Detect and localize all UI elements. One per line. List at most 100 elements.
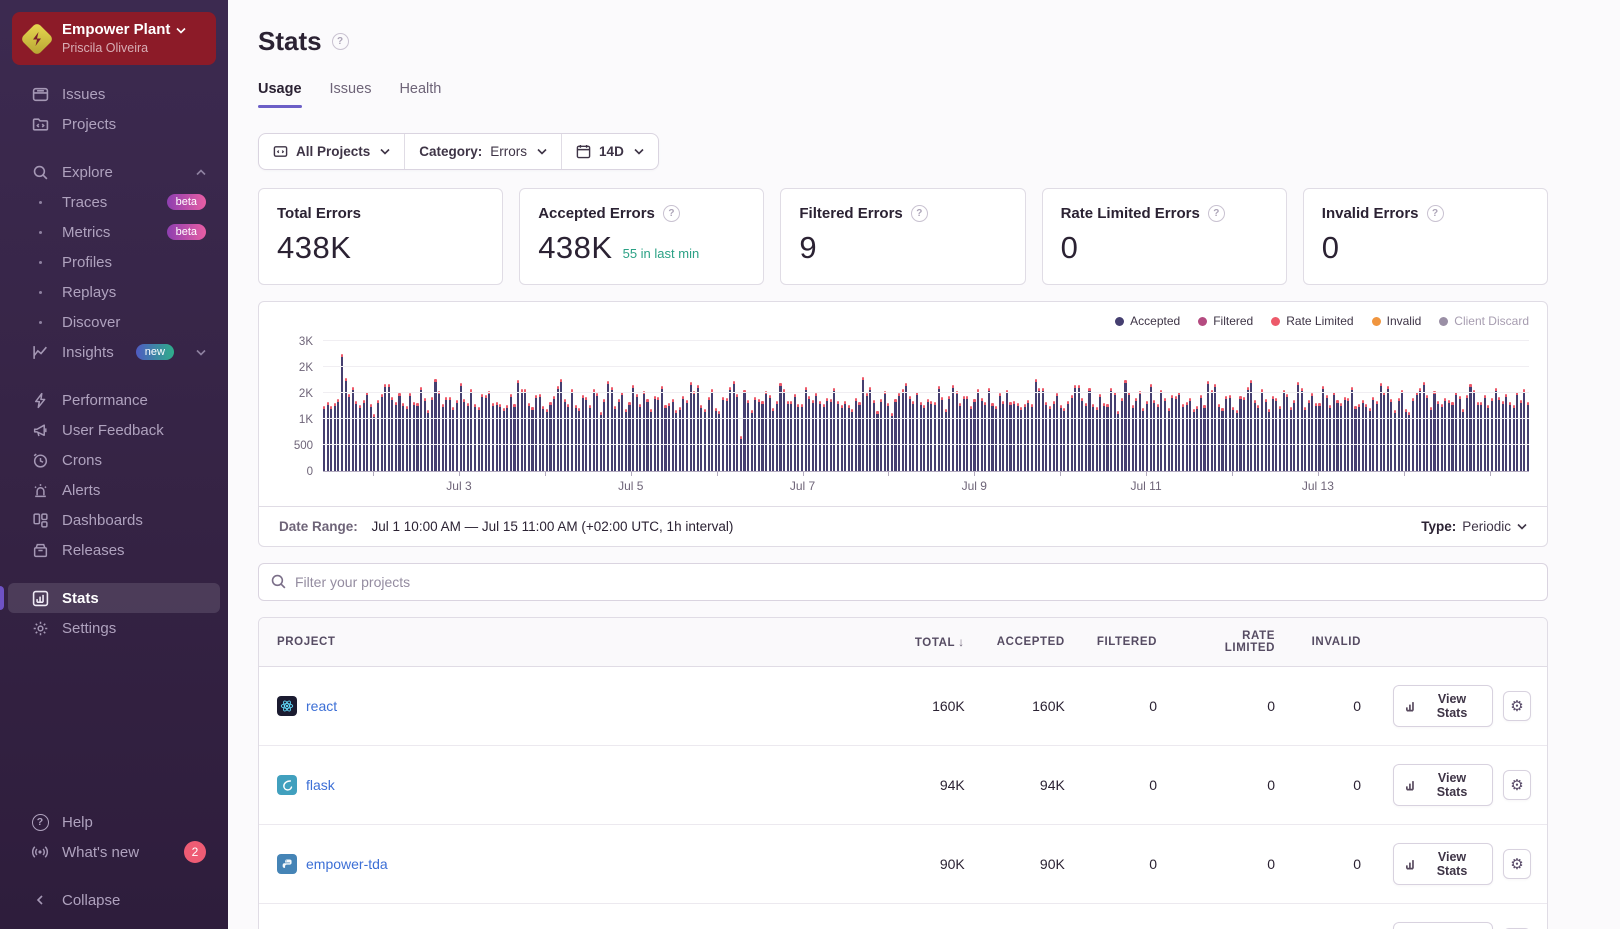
chart-bar[interactable] (1053, 401, 1055, 471)
chart-bar[interactable] (1153, 400, 1155, 471)
chart-bar[interactable] (902, 389, 904, 471)
chart-bar[interactable] (1182, 404, 1184, 471)
chart-bar[interactable] (866, 393, 868, 471)
chart-bar[interactable] (1027, 400, 1029, 471)
chart-bar[interactable] (1236, 410, 1238, 471)
chart-bar[interactable] (1042, 388, 1044, 471)
chart-bar[interactable] (779, 383, 781, 471)
chart-bar[interactable] (488, 391, 490, 471)
column-header-invalid[interactable]: INVALID (1291, 618, 1377, 667)
help-icon[interactable]: ? (1208, 205, 1225, 222)
chart-bar[interactable] (1340, 403, 1342, 471)
chart-bar[interactable] (1484, 395, 1486, 471)
chart-bar[interactable] (858, 402, 860, 471)
chart-bar[interactable] (952, 385, 954, 471)
chart-bar[interactable] (1186, 402, 1188, 471)
chart-bar[interactable] (575, 405, 577, 471)
chart-bar[interactable] (406, 406, 408, 471)
chart-bar[interactable] (682, 396, 684, 471)
chart-bar[interactable] (740, 436, 742, 471)
chart-bar[interactable] (812, 400, 814, 471)
chart-bar[interactable] (747, 400, 749, 471)
chart-bar[interactable] (938, 386, 940, 471)
chart-bar[interactable] (1354, 406, 1356, 471)
chart-bar[interactable] (1401, 390, 1403, 471)
chart-bar[interactable] (1189, 398, 1191, 471)
column-header-rate-limited[interactable]: RATE LIMITED (1173, 618, 1291, 667)
chart-bar[interactable] (1473, 390, 1475, 471)
chart-bar[interactable] (1218, 404, 1220, 471)
chart-bar[interactable] (1229, 395, 1231, 471)
chart-bar[interactable] (920, 402, 922, 471)
chart-bar[interactable] (873, 400, 875, 471)
chart-bar[interactable] (711, 389, 713, 471)
chart-bar[interactable] (1333, 392, 1335, 471)
chart-bar[interactable] (513, 404, 515, 471)
chart-bar[interactable] (887, 403, 889, 471)
legend-item-accepted[interactable]: Accepted (1115, 314, 1180, 328)
chart-bar[interactable] (524, 389, 526, 471)
chart-bar[interactable] (1459, 396, 1461, 471)
chart-bar[interactable] (600, 412, 602, 471)
chart-bar[interactable] (981, 398, 983, 471)
chart-bar[interactable] (884, 391, 886, 471)
chart-bar[interactable] (395, 402, 397, 471)
chart-bar[interactable] (1498, 397, 1500, 471)
chart-bar[interactable] (815, 393, 817, 471)
chart-bar[interactable] (359, 405, 361, 471)
chart-bar[interactable] (366, 392, 368, 471)
chart-bar[interactable] (341, 354, 343, 471)
chart-bar[interactable] (413, 402, 415, 471)
chart-bar[interactable] (1250, 380, 1252, 471)
sidebar-item-issues[interactable]: Issues (8, 79, 220, 109)
chart-bar[interactable] (1509, 402, 1511, 471)
chart-bar[interactable] (776, 401, 778, 471)
chart-bar[interactable] (1132, 405, 1134, 471)
chart-bar[interactable] (1081, 398, 1083, 471)
chart-bar[interactable] (643, 391, 645, 471)
chart-bar[interactable] (1092, 404, 1094, 471)
sidebar-item-user-feedback[interactable]: User Feedback (8, 415, 220, 445)
chart-bar[interactable] (628, 402, 630, 471)
chart-bar[interactable] (409, 393, 411, 471)
tab-usage[interactable]: Usage (258, 81, 302, 107)
sidebar-item-discover[interactable]: Discover (8, 307, 220, 337)
chart-bar[interactable] (646, 399, 648, 471)
chart-bar[interactable] (1286, 394, 1288, 471)
chart-bar[interactable] (1387, 386, 1389, 471)
chart-bar[interactable] (1178, 392, 1180, 471)
chart-bar[interactable] (1200, 395, 1202, 471)
chart-bar[interactable] (1326, 395, 1328, 471)
chart-bar[interactable] (769, 395, 771, 471)
chart-bar[interactable] (1283, 390, 1285, 471)
chart-bar[interactable] (1121, 398, 1123, 471)
chart-bar[interactable] (431, 397, 433, 471)
chart-bar[interactable] (833, 388, 835, 471)
chart-bar[interactable] (841, 405, 843, 471)
chart-bar[interactable] (848, 405, 850, 471)
chart-bar[interactable] (1390, 399, 1392, 471)
chart-bar[interactable] (1146, 401, 1148, 471)
chart-bar[interactable] (1329, 405, 1331, 471)
chart-bar[interactable] (977, 389, 979, 471)
chart-bar[interactable] (593, 389, 595, 471)
sidebar-item-alerts[interactable]: Alerts (8, 475, 220, 505)
chart-bar[interactable] (794, 394, 796, 471)
chart-bar[interactable] (571, 389, 573, 472)
chart-bar[interactable] (930, 401, 932, 471)
chart-bar[interactable] (726, 398, 728, 471)
chart-bar[interactable] (1380, 383, 1382, 471)
chart-bar[interactable] (880, 399, 882, 471)
column-header-filtered[interactable]: FILTERED (1081, 618, 1173, 667)
sidebar-item-projects[interactable]: Projects (8, 109, 220, 139)
chart-bar[interactable] (402, 403, 404, 471)
chart-bar[interactable] (805, 387, 807, 471)
legend-item-invalid[interactable]: Invalid (1372, 314, 1422, 328)
chart-bar[interactable] (690, 382, 692, 471)
chart-bar[interactable] (984, 402, 986, 471)
chart-bar[interactable] (334, 403, 336, 471)
chart-bar[interactable] (442, 404, 444, 471)
chart-bar[interactable] (1013, 401, 1015, 471)
sidebar-item-performance[interactable]: Performance (8, 385, 220, 415)
chart-bar[interactable] (672, 399, 674, 471)
